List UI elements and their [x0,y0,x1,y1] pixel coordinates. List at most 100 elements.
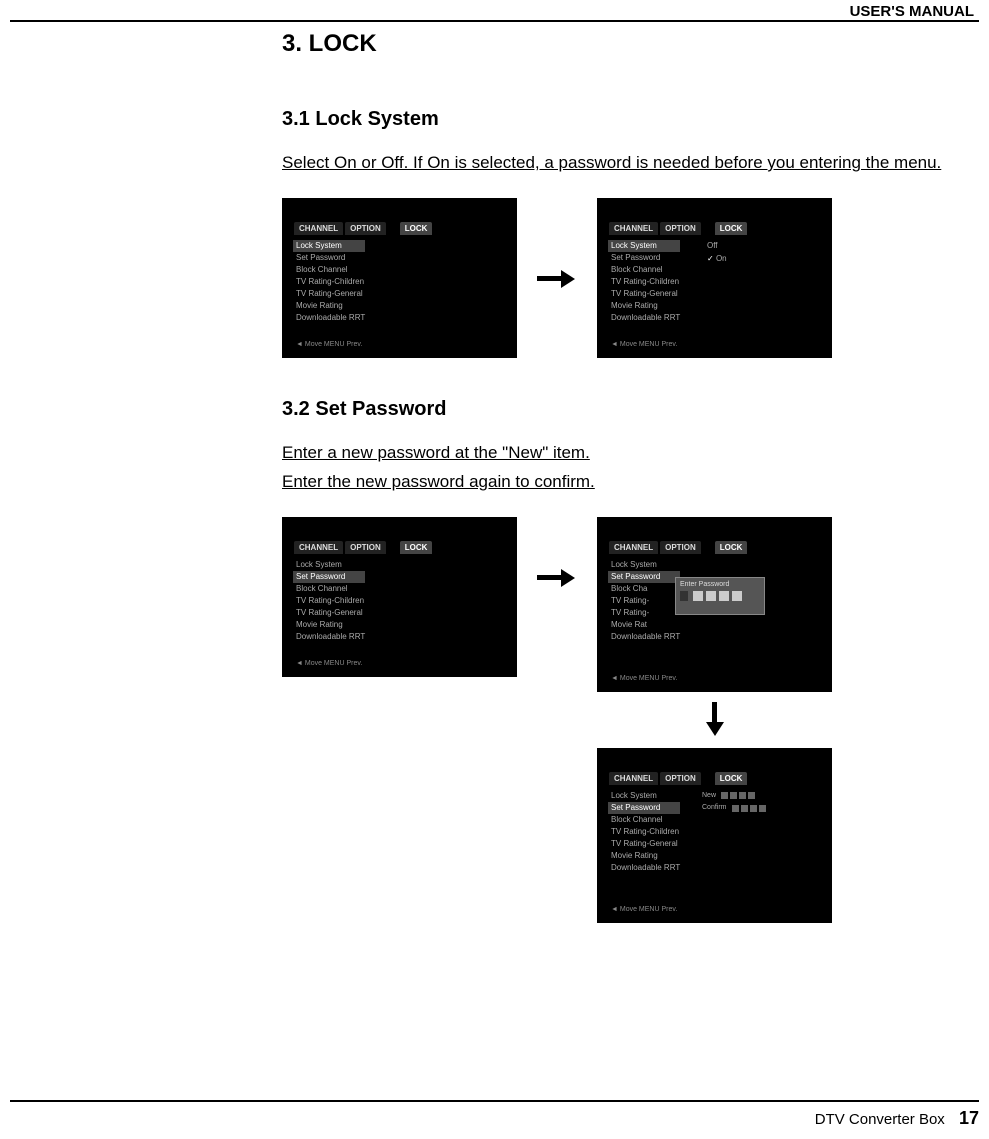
tv-nav-hint: ◄ Move MENU Prev. [296,660,362,667]
menu-item-lock-system: Lock System [611,559,680,571]
password-digit [732,805,739,812]
menu-item-tv-rating-children: TV Rating-Children [611,276,680,288]
tab-lock: LOCK [400,541,433,554]
tab-channel: CHANNEL [609,222,658,235]
option-on-label: On [716,254,727,263]
lock-icon [703,772,713,785]
tv-nav-hint: ◄ Move MENU Prev. [611,675,677,682]
subsection-3-1-title: 3.1 Lock System [282,108,979,131]
menu-item-block-channel: Block Channel [611,264,680,276]
password-side-panel: New Confirm [702,790,766,815]
tv-screenshot-new-confirm: CHANNEL OPTION LOCK Lock System Set Pass… [597,748,832,923]
tab-channel: CHANNEL [609,772,658,785]
menu-item-lock-system: Lock System [296,559,365,571]
enter-password-popup: Enter Password [675,577,765,615]
menu-item-lock-system: Lock System [611,790,680,802]
lock-icon [703,222,713,235]
lock-icon [680,591,688,601]
menu-item-block-channel: Block Channel [296,264,365,276]
menu-item-downloadable: Downloadable RRT [611,862,680,874]
menu-item-downloadable: Downloadable RRT [611,631,680,643]
confirm-boxes [732,805,766,812]
lock-icon [388,222,398,235]
tab-option: OPTION [660,222,701,235]
new-label: New [702,790,716,803]
tv-menu-list: Lock System Set Password Block Channel T… [296,240,365,324]
new-password-row: New [702,790,766,803]
lock-icon [703,541,713,554]
tab-lock: LOCK [715,772,748,785]
password-digit [741,805,748,812]
password-digit [706,591,716,601]
password-digits [680,591,760,601]
tv-tabs: CHANNEL OPTION LOCK [609,541,820,554]
figure-group-set-password: CHANNEL OPTION LOCK Lock System Set Pass… [282,517,979,923]
check-icon: ✓ [707,254,714,263]
arrow-down-icon [705,702,725,738]
tab-option: OPTION [660,541,701,554]
tv-menu-list: Lock System Set Password Block Cha TV Ra… [611,559,680,643]
option-off: Off [707,240,727,253]
page-footer: DTV Converter Box 17 [10,1100,979,1129]
confirm-label: Confirm [702,802,727,815]
password-digit [732,591,742,601]
footer-product: DTV Converter Box [815,1111,945,1128]
menu-item-block-channel: Block Channel [611,814,680,826]
tab-option: OPTION [345,222,386,235]
menu-item-movie-rating: Movie Rating [296,619,365,631]
tab-lock: LOCK [715,541,748,554]
password-digit [739,792,746,799]
menu-item-set-password: Set Password [293,571,365,583]
menu-item-movie-rating: Movie Rating [296,300,365,312]
tv-menu-list: Lock System Set Password Block Channel T… [611,790,680,874]
menu-item-tv-rating-general: TV Rating-General [611,288,680,300]
menu-item-set-password: Set Password [608,571,680,583]
password-digit [719,591,729,601]
lock-icon [388,541,398,554]
header-label: USER'S MANUAL [845,3,979,20]
tab-lock: LOCK [400,222,433,235]
menu-item-set-password: Set Password [296,252,365,264]
password-digit [748,792,755,799]
tv-screenshot-enter-password: CHANNEL OPTION LOCK Lock System Set Pass… [597,517,832,692]
tv-nav-hint: ◄ Move MENU Prev. [611,341,677,348]
menu-item-set-password: Set Password [611,252,680,264]
menu-item-movie-rating: Movie Rating [611,850,680,862]
arrow-right-icon [537,567,577,587]
menu-item-downloadable: Downloadable RRT [296,312,365,324]
tv-nav-hint: ◄ Move MENU Prev. [296,341,362,348]
menu-item-block-channel-trunc: Block Cha [611,583,680,595]
tab-option: OPTION [660,772,701,785]
password-digit [750,805,757,812]
tab-channel: CHANNEL [294,222,343,235]
password-digit [759,805,766,812]
tv-menu-list: Lock System Set Password Block Channel T… [296,559,365,643]
tv-menu-list: Lock System Set Password Block Channel T… [611,240,680,324]
menu-item-lock-system: Lock System [608,240,680,252]
menu-item-set-password: Set Password [608,802,680,814]
menu-item-tv-rating-general: TV Rating-General [611,838,680,850]
tab-option: OPTION [345,541,386,554]
popup-title: Enter Password [680,581,760,588]
page-content: 3. LOCK 3.1 Lock System Select On or Off… [282,22,979,923]
menu-item-tv-rating-trunc2: TV Rating- [611,607,680,619]
menu-item-downloadable: Downloadable RRT [611,312,680,324]
password-digit [721,792,728,799]
figure-row-lock-system: CHANNEL OPTION LOCK Lock System Set Pass… [282,198,979,358]
menu-item-tv-rating-trunc: TV Rating- [611,595,680,607]
menu-item-movie-rating-trunc: Movie Rat [611,619,680,631]
menu-item-lock-system: Lock System [293,240,365,252]
confirm-password-row: Confirm [702,802,766,815]
tv-tabs: CHANNEL OPTION LOCK [609,222,820,235]
tv-screenshot-lock-options: CHANNEL OPTION LOCK Lock System Set Pass… [597,198,832,358]
menu-item-tv-rating-children: TV Rating-Children [296,595,365,607]
option-on: ✓ On [707,253,727,266]
new-boxes [721,792,755,799]
menu-item-tv-rating-general: TV Rating-General [296,607,365,619]
menu-item-tv-rating-children: TV Rating-Children [296,276,365,288]
tv-screenshot-password-menu: CHANNEL OPTION LOCK Lock System Set Pass… [282,517,517,677]
tv-screenshot-lock-menu: CHANNEL OPTION LOCK Lock System Set Pass… [282,198,517,358]
tv-submenu-onoff: Off ✓ On [707,240,727,266]
subsection-3-1-desc: Select On or Off. If On is selected, a p… [282,149,979,178]
tv-nav-hint: ◄ Move MENU Prev. [611,906,677,913]
